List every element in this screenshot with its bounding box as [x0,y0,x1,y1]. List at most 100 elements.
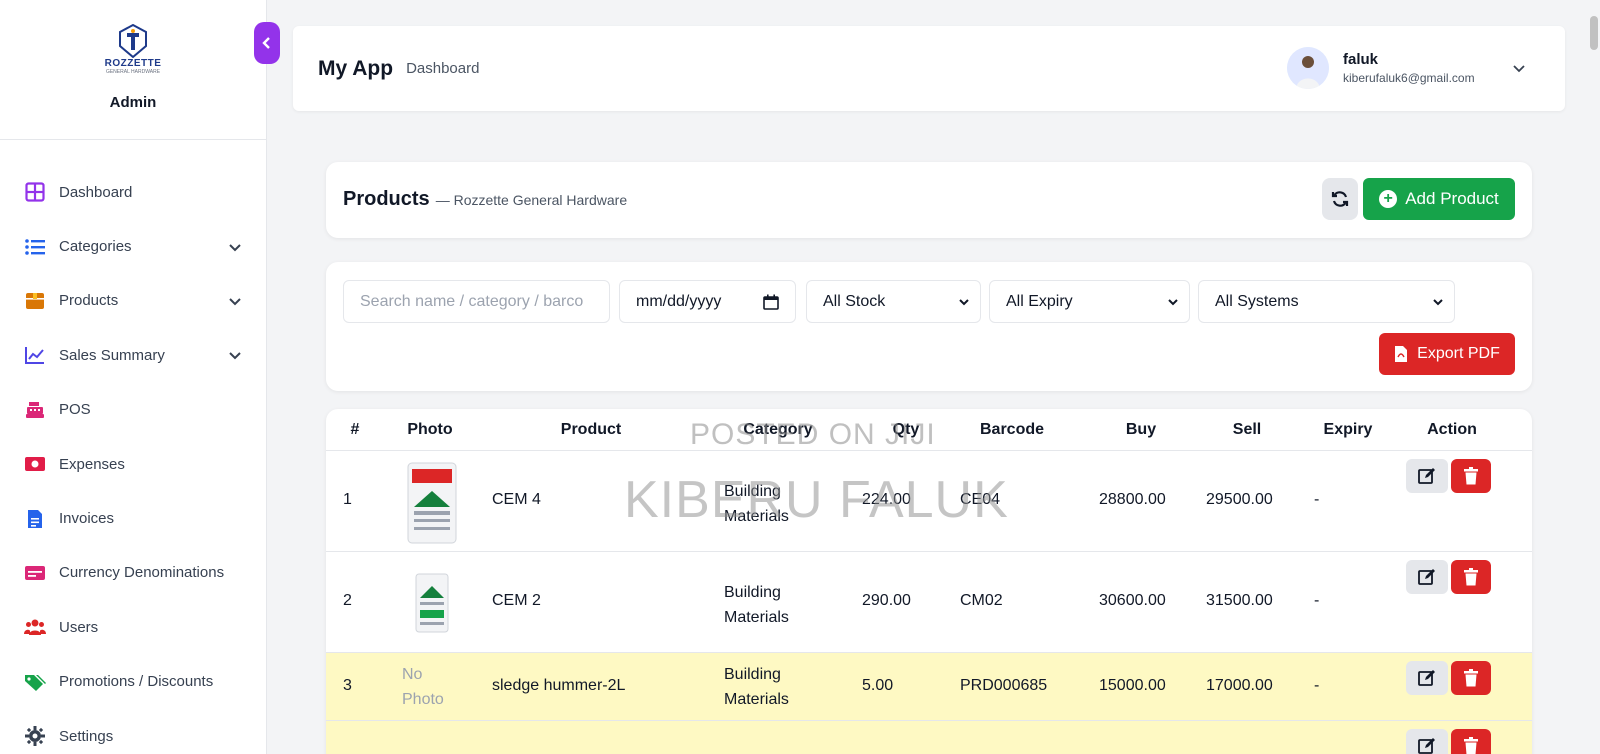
delete-button[interactable] [1451,661,1491,695]
column-header-sell: Sell [1232,421,1262,438]
product-photo[interactable] [406,461,458,545]
expiry-cell: - [1314,491,1320,508]
product-photo[interactable] [414,572,450,634]
page-title: Products [343,188,430,210]
category-line: Materials [724,609,789,626]
add-product-label: Add Product [1405,189,1499,208]
systems-select[interactable]: All Systems [1198,280,1455,323]
sidebar-item-expenses[interactable]: Expenses [0,437,266,491]
qty-cell: 290.00 [862,592,911,609]
category-line: Materials [724,691,789,708]
column-header-action: Action [1427,421,1477,438]
barcode-cell: PRD000685 [960,677,1048,694]
user-info: faluk kiberufaluk6@gmail.com [1343,51,1497,85]
filter-card: Search name / category / barco mm/dd/yyy… [326,262,1532,391]
brand-logo[interactable]: ROZZETTE GENERAL HARDWARE [100,24,166,86]
date-input[interactable]: mm/dd/yyyy [619,280,796,323]
breadcrumb: Dashboard [406,60,480,77]
sidebar-item-label: Sales Summary [59,346,165,364]
products-heading: Products — Rozzette General Hardware [343,188,627,211]
calendar-icon[interactable] [763,294,779,310]
column-header-barcode: Barcode [979,421,1045,438]
delete-button[interactable] [1451,459,1491,493]
delete-button[interactable] [1451,560,1491,594]
edit-icon [1418,468,1435,484]
products-table: # Photo Product Category Qty Barcode Buy… [326,409,1532,754]
sidebar-item-label: Currency Denominations [59,564,225,582]
trash-icon [1464,467,1478,485]
sidebar-item-categories[interactable]: Categories [0,219,266,273]
chevron-down-icon [229,298,241,306]
edit-button[interactable] [1406,661,1448,695]
chevron-down-icon [229,243,241,251]
column-header-product: Product [560,421,622,438]
sidebar-item-currency-denominations[interactable]: Currency Denominations [0,546,266,600]
sidebar-item-invoices[interactable]: Invoices [0,491,266,545]
expiry-select-value: All Expiry [1006,292,1073,310]
product-name: CEM 4 [492,491,541,508]
sidebar-item-label: Promotions / Discounts [59,673,214,691]
export-pdf-button[interactable]: Export PDF [1379,333,1515,375]
expiry-select[interactable]: All Expiry [989,280,1190,323]
sidebar-item-label: Users [59,618,99,636]
column-header-buy: Buy [1125,421,1157,438]
trash-icon [1464,737,1478,754]
trash-icon [1464,669,1478,687]
chevron-down-icon [1168,298,1178,305]
barcode-cell: CM02 [960,592,1003,609]
money-bill-icon [24,453,46,475]
buy-price-cell: 15000.00 [1099,677,1166,694]
search-placeholder: Search name / category / barco [360,292,584,310]
sell-price-cell: 17000.00 [1206,677,1273,694]
grid-icon [24,181,46,203]
expiry-cell: - [1314,592,1320,609]
chevron-down-icon[interactable] [1511,60,1527,76]
sidebar-item-pos[interactable]: POS [0,383,266,437]
table-row[interactable] [326,721,1532,754]
edit-icon [1418,670,1435,686]
invoice-icon [24,508,46,530]
category-line: Building [724,584,781,601]
chevron-left-icon [262,37,270,49]
table-header: # Photo Product Category Qty Barcode Buy… [326,409,1532,451]
add-product-button[interactable]: + Add Product [1363,178,1515,220]
top-bar: My App Dashboard faluk kiberufaluk6@gmai… [293,26,1565,111]
sidebar-item-promotions-discounts[interactable]: Promotions / Discounts [0,655,266,709]
product-name: CEM 2 [492,592,541,609]
product-name: sledge hummer-2L [492,677,626,694]
sidebar-item-products[interactable]: Products [0,274,266,328]
pdf-file-icon [1395,346,1408,362]
search-input[interactable]: Search name / category / barco [343,280,610,323]
logo-text: ROZZETTE [104,58,162,69]
refresh-button[interactable] [1322,178,1358,220]
edit-button[interactable] [1406,560,1448,594]
refresh-icon [1331,191,1349,207]
sidebar-item-sales-summary[interactable]: Sales Summary [0,328,266,382]
sidebar-item-settings[interactable]: Settings [0,709,266,754]
logo-shield-icon [119,24,147,58]
edit-button[interactable] [1406,729,1448,754]
sidebar-item-label: Settings [59,727,114,745]
sidebar-item-label: Invoices [59,510,115,528]
table-row[interactable]: 1 CEM 4 Building Materials 224.00 CE04 2… [326,451,1532,552]
systems-select-value: All Systems [1215,292,1299,310]
delete-button[interactable] [1451,729,1491,754]
page-scrollbar-thumb[interactable] [1590,16,1598,50]
qty-cell: 224.00 [862,491,911,508]
stock-select[interactable]: All Stock [806,280,981,323]
sidebar-item-label: Dashboard [59,183,133,201]
edit-button[interactable] [1406,459,1448,493]
export-pdf-label: Export PDF [1417,345,1500,362]
sidebar-item-label: Expenses [59,455,125,473]
sidebar-collapse-button[interactable] [254,22,280,64]
sidebar-item-dashboard[interactable]: Dashboard [0,165,266,219]
table-row[interactable]: 3 No Photo sledge hummer-2L Building Mat… [326,653,1532,721]
column-header-photo: Photo [407,421,453,438]
user-menu[interactable]: faluk kiberufaluk6@gmail.com [1287,47,1527,89]
buy-price-cell: 30600.00 [1099,592,1166,609]
sidebar-item-users[interactable]: Users [0,600,266,654]
line-chart-icon [24,344,46,366]
category-cell: Building Materials [724,479,789,529]
gear-icon [24,725,46,747]
table-row[interactable]: 2 CEM 2 Building Materials 290.00 CM02 3… [326,552,1532,653]
